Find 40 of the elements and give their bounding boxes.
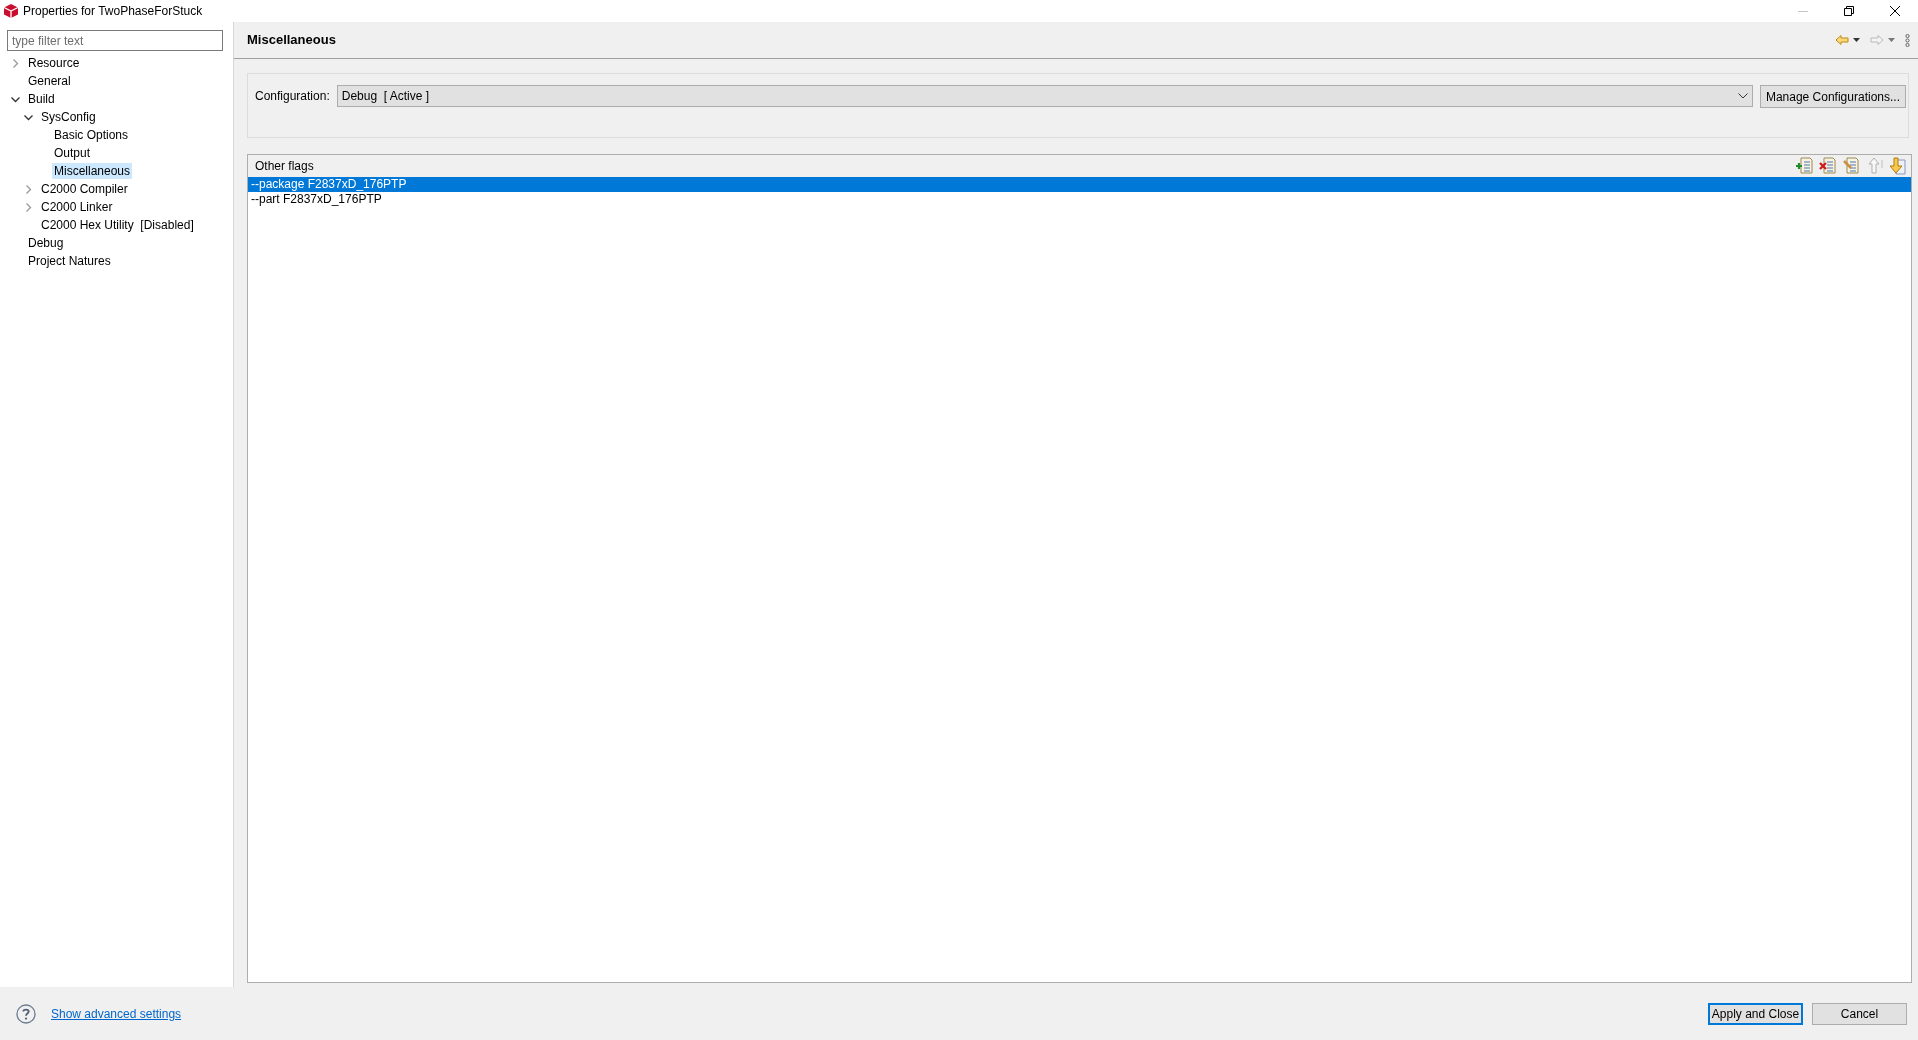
tree-item[interactable]: Resource: [26, 55, 82, 71]
app-logo-icon: [3, 3, 19, 19]
help-icon[interactable]: [16, 1003, 36, 1024]
restore-icon: [1844, 6, 1854, 16]
down-arrow-document-icon[interactable]: [1887, 157, 1907, 175]
tree-item[interactable]: Build: [26, 91, 57, 107]
tree-item[interactable]: Basic Options: [52, 127, 131, 143]
chevron-right-icon[interactable]: [10, 57, 21, 69]
list-title: Other flags: [255, 158, 314, 175]
configuration-label: Configuration:: [255, 88, 330, 105]
tree-item[interactable]: Debug: [26, 235, 66, 251]
show-advanced-settings-link[interactable]: Show advanced settings: [51, 1004, 182, 1023]
manage-configurations-button[interactable]: Manage Configurations...: [1759, 85, 1906, 108]
flag-item[interactable]: --part F2837xD_176PTP: [248, 192, 1911, 207]
tree-item[interactable]: General: [26, 73, 73, 89]
add-document-icon[interactable]: [1795, 157, 1815, 175]
flag-item[interactable]: --package F2837xD_176PTP: [248, 177, 1911, 192]
tree-item[interactable]: C2000 Linker: [39, 199, 115, 215]
tree-item[interactable]: Miscellaneous: [52, 163, 133, 179]
window-title: Properties for TwoPhaseForStuck: [23, 3, 203, 20]
dropdown-icon[interactable]: [1853, 38, 1860, 42]
tree-item[interactable]: SysConfig: [39, 109, 98, 125]
tree-item[interactable]: C2000 Hex Utility [Disabled]: [39, 217, 196, 233]
edit-document-icon[interactable]: [1841, 157, 1861, 175]
filter-field[interactable]: type filter text: [7, 30, 223, 51]
chevron-right-icon[interactable]: [23, 201, 34, 213]
configuration-dropdown[interactable]: Debug [ Active ]: [336, 85, 1753, 107]
page-title: Miscellaneous: [247, 31, 336, 50]
tree-item[interactable]: Output: [52, 145, 93, 161]
forward-arrow-icon[interactable]: [1870, 34, 1884, 46]
chevron-right-icon[interactable]: [23, 183, 34, 195]
menu-icon[interactable]: [1905, 33, 1910, 47]
chevron-down-icon: [1737, 93, 1748, 99]
apply-and-close-button[interactable]: Apply and Close: [1708, 1002, 1803, 1025]
close-icon: [1890, 6, 1900, 16]
cancel-button[interactable]: Cancel: [1812, 1002, 1907, 1025]
configuration-value: Debug [ Active ]: [341, 88, 430, 105]
tree-item[interactable]: Project Natures: [26, 253, 113, 269]
delete-document-icon[interactable]: [1818, 157, 1838, 175]
tree-item[interactable]: C2000 Compiler: [39, 181, 130, 197]
